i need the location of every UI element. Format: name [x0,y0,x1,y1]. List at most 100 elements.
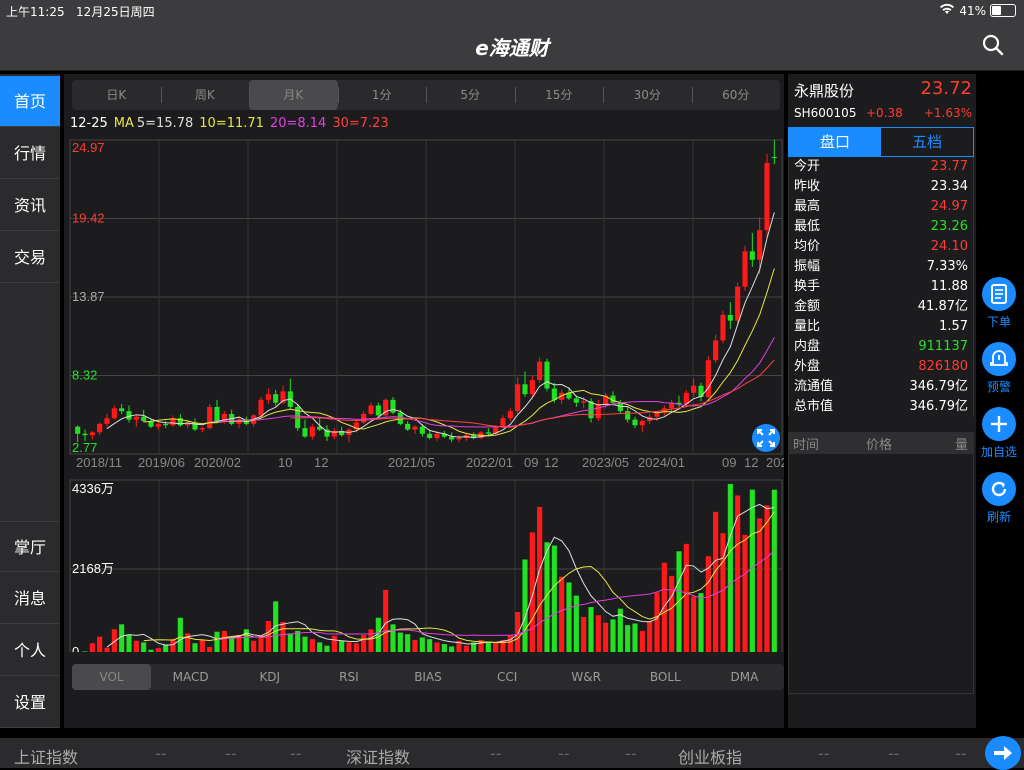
volume-bar [566,582,572,652]
tab-week-k[interactable]: 周K [160,80,250,110]
volume-bar [632,623,638,652]
candle-body [412,426,418,430]
panel-tabs: 盘口 五档 [788,127,974,157]
tab-handicap[interactable]: 盘口 [789,128,881,156]
candle-body [727,314,733,321]
candle-body [368,405,374,414]
candle-body [427,433,433,439]
quote-label: 金额 [794,299,821,314]
sidebar-item-settings[interactable]: 设置 [0,677,60,728]
add-watchlist-button[interactable]: 加自选 [979,407,1019,460]
volume-bar [449,646,455,652]
volume-bar [727,483,733,652]
volume-bar [654,592,660,652]
quote-value: 7.33% [926,259,968,274]
quote-row: 最低 23.26 [789,217,973,237]
order-button[interactable]: 下单 [979,277,1019,330]
volume-bar [559,576,565,652]
index-cy-change: -- [888,744,900,763]
sidebar-item-messages[interactable]: 消息 [0,573,60,624]
sidebar-item-trade[interactable]: 交易 [0,232,60,283]
quote-row: 内盘 911137 [789,337,973,357]
ma10-line [143,268,775,437]
tab-kdj[interactable]: KDJ [230,664,309,690]
sidebar-item-market[interactable]: 行情 [0,128,60,179]
tab-cci[interactable]: CCI [468,664,547,690]
volume-bar [529,532,535,652]
volume-bar [603,622,609,652]
tab-30min[interactable]: 30分 [603,80,692,110]
tab-wr[interactable]: W&R [547,664,626,690]
candle-body [691,385,697,393]
tab-boll[interactable]: BOLL [626,664,705,690]
index-sh-value: -- [155,744,167,763]
candle-body [119,408,125,412]
sidebar-item-hall[interactable]: 掌厅 [0,521,60,572]
volume-bar [214,631,220,652]
tab-15min[interactable]: 15分 [514,80,604,110]
volume-bar [757,518,763,652]
tab-60min[interactable]: 60分 [691,80,781,110]
volume-bar [82,651,88,652]
volume-bar [647,621,653,652]
candle-body [485,432,491,434]
candle-body [265,394,271,400]
candle-body [141,416,147,422]
volume-bar [537,506,543,652]
index-cy-value: -- [818,744,830,763]
arrow-right-icon[interactable] [985,736,1021,770]
sidebar-item-home[interactable]: 首页 [0,76,60,127]
trades-header: 时间 价格 量 [788,432,974,454]
tab-bias[interactable]: BIAS [388,664,467,690]
candle-body [82,433,88,436]
volume-bar [661,562,667,652]
status-time: 上午11:25 [6,5,65,19]
volume-bar [287,633,293,652]
volume-bar [412,639,418,652]
quote-row: 最高 24.97 [789,197,973,217]
tab-day-k[interactable]: 日K [72,80,161,110]
alert-button[interactable]: 预警 [979,342,1019,395]
tab-five-levels[interactable]: 五档 [881,128,973,156]
kline-chart[interactable]: 24.97 19.42 13.87 8.32 2.772018/11 2019/06 202… [64,132,784,652]
sidebar-item-profile[interactable]: 个人 [0,625,60,676]
index-sz-label[interactable]: 深证指数 [346,744,410,768]
quote-value: 41.87亿 [917,299,968,314]
candle-body [390,399,396,413]
tab-macd[interactable]: MACD [151,664,230,690]
volume-bar [441,644,447,652]
quote-row: 均价 24.10 [789,237,973,257]
volume-bar [551,545,557,652]
tab-month-k[interactable]: 月K [249,80,338,110]
quote-value: 1.57 [939,319,968,334]
quote-value: 23.34 [930,179,968,194]
volume-bar [397,632,403,652]
sidebar-item-news[interactable]: 资讯 [0,180,60,231]
tab-rsi[interactable]: RSI [309,664,388,690]
expand-icon[interactable] [752,424,780,452]
date-axis-label: 10 [278,455,292,470]
price-axis-label: 19.42 [72,211,105,226]
refresh-button[interactable]: 刷新 [979,472,1019,525]
volume-bar [207,646,213,652]
tab-5min[interactable]: 5分 [426,80,515,110]
kline-panel: 日K 周K 月K 1分 5分 15分 30分 60分 12-25 MA 5=15… [64,74,784,728]
quote-row: 金额 41.87亿 [789,297,973,317]
volume-bar [427,639,433,652]
candle-body [764,163,770,231]
quote-label: 均价 [794,239,821,254]
tab-dma[interactable]: DMA [705,664,784,690]
volume-bar [324,645,330,652]
quote-label: 振幅 [794,259,821,274]
search-icon[interactable] [982,34,1004,60]
volume-bar [419,637,425,652]
candle-body [309,426,315,437]
tab-1min[interactable]: 1分 [337,80,427,110]
tab-vol[interactable]: VOL [72,664,152,690]
candle-body [698,385,704,397]
add-watchlist-label: 加自选 [980,445,1017,459]
index-cy-label[interactable]: 创业板指 [678,744,742,768]
volume-axis-label: 2168万 [72,561,114,576]
quote-label: 换手 [794,279,821,294]
index-sh-label[interactable]: 上证指数 [14,744,78,768]
